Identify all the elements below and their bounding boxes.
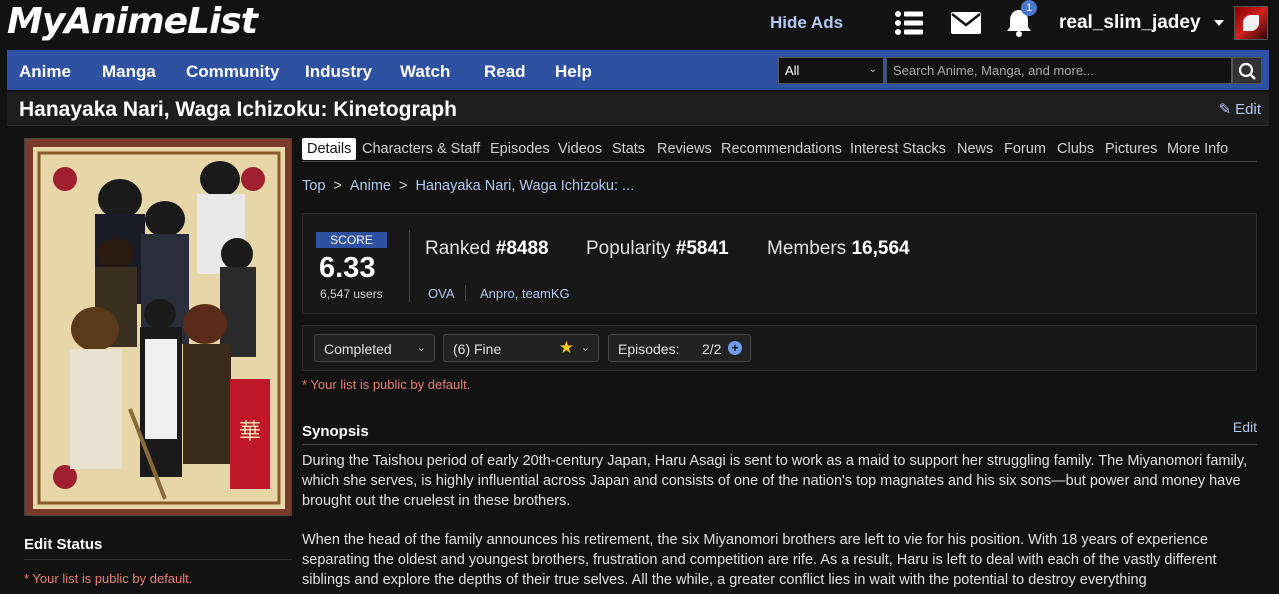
studio-link-teamkg[interactable]: teamKG <box>522 286 570 301</box>
tab-details[interactable]: Details <box>302 138 357 160</box>
score-panel: SCORE 6.33 6,547 users Ranked #8488 Popu… <box>302 213 1257 314</box>
ranked-stat[interactable]: Ranked #8488 <box>425 238 549 260</box>
tab-clubs[interactable]: Clubs <box>1057 141 1094 157</box>
top-header: MyAnimeList Hide Ads 1 real_slim_jadey <box>0 0 1279 48</box>
tab-recommendations[interactable]: Recommendations <box>721 141 842 157</box>
synopsis-paragraph-2: When the head of the family announces hi… <box>302 532 1217 588</box>
tab-interest-stacks[interactable]: Interest Stacks <box>850 141 946 157</box>
members-label: Members <box>767 238 847 259</box>
main-nav: Anime Manga Community Industry Watch Rea… <box>7 50 1269 90</box>
nav-manga[interactable]: Manga <box>102 62 156 82</box>
tab-more-info[interactable]: More Info <box>1167 141 1228 157</box>
episodes-label: Episodes: <box>618 341 680 357</box>
members-stat: Members 16,564 <box>767 238 910 260</box>
score-divider <box>409 230 410 302</box>
studio-separator: , <box>514 286 519 301</box>
notification-badge: 1 <box>1021 0 1037 16</box>
site-logo[interactable]: MyAnimeList <box>7 1 258 42</box>
mail-icon[interactable] <box>950 8 982 38</box>
list-status-panel: Completed ⌄ (6) Fine ★ ⌄ Episodes: 2/2 + <box>302 325 1257 371</box>
search-icon <box>1238 62 1256 80</box>
tab-characters-staff[interactable]: Characters & Staff <box>362 141 480 157</box>
nav-watch[interactable]: Watch <box>400 62 450 82</box>
meta-divider <box>465 285 466 301</box>
breadcrumb: Top > Anime > Hanayaka Nari, Waga Ichizoku: … <box>302 178 634 194</box>
star-icon: ★ <box>558 338 574 357</box>
synopsis-title: Synopsis <box>302 423 369 440</box>
tab-forum[interactable]: Forum <box>1004 141 1046 157</box>
ranked-label: Ranked <box>425 238 491 259</box>
hide-ads-link[interactable]: Hide Ads <box>770 13 843 33</box>
page-title: Hanayaka Nari, Waga Ichizoku: Kinetograp… <box>19 98 457 121</box>
search-category-value: All <box>785 63 800 78</box>
popularity-value: #5841 <box>675 238 729 259</box>
episodes-value[interactable]: 2/2 <box>702 341 721 357</box>
ranked-value: #8488 <box>495 238 549 259</box>
nav-help[interactable]: Help <box>555 62 592 82</box>
chevron-down-icon: ⌄ <box>580 342 590 354</box>
pencil-icon: ✎ <box>1218 101 1232 118</box>
breadcrumb-anime[interactable]: Anime <box>350 178 391 194</box>
tab-episodes[interactable]: Episodes <box>490 141 550 157</box>
svg-text:華: 華 <box>239 420 261 445</box>
tab-pictures[interactable]: Pictures <box>1105 141 1157 157</box>
synopsis-header: Synopsis Edit <box>302 419 1257 445</box>
breadcrumb-top[interactable]: Top <box>302 178 325 194</box>
chevron-down-icon: ⌄ <box>868 64 877 75</box>
members-value: 16,564 <box>851 238 910 259</box>
score-label: SCORE <box>316 232 387 248</box>
detail-tabs: Details Characters & Staff Episodes Vide… <box>302 138 1257 162</box>
search-category-select[interactable]: All ⌄ <box>778 57 884 84</box>
tab-videos[interactable]: Videos <box>558 141 602 157</box>
rating-select[interactable]: (6) Fine ★ ⌄ <box>443 334 599 362</box>
studios: Anpro, teamKG <box>480 286 570 301</box>
search-button[interactable] <box>1232 57 1262 84</box>
breadcrumb-separator: > <box>398 178 408 194</box>
synopsis-edit-link[interactable]: Edit <box>1233 419 1257 435</box>
score-users: 6,547 users <box>320 287 383 301</box>
public-list-note-left: * Your list is public by default. <box>24 571 193 586</box>
plus-icon[interactable]: + <box>728 341 742 355</box>
tab-reviews[interactable]: Reviews <box>657 141 712 157</box>
nav-community[interactable]: Community <box>186 62 280 82</box>
popularity-label: Popularity <box>586 238 671 259</box>
type-link[interactable]: OVA <box>428 286 455 301</box>
breadcrumb-current[interactable]: Hanayaka Nari, Waga Ichizoku: ... <box>415 178 634 194</box>
rating-value: (6) Fine <box>453 341 502 357</box>
nav-anime[interactable]: Anime <box>19 62 71 82</box>
watch-status-value: Completed <box>324 341 392 357</box>
edit-title-label: Edit <box>1235 101 1261 118</box>
caret-down-icon[interactable] <box>1214 20 1224 26</box>
tab-news[interactable]: News <box>957 141 993 157</box>
search-input[interactable]: Search Anime, Manga, and more... <box>886 57 1232 84</box>
synopsis-paragraph-1: During the Taishou period of early 20th-… <box>302 453 1248 509</box>
studio-link-anpro[interactable]: Anpro <box>480 286 515 301</box>
avatar[interactable] <box>1234 6 1268 40</box>
list-icon[interactable] <box>893 8 925 38</box>
episodes-counter: Episodes: 2/2 + <box>608 334 751 362</box>
edit-title-link[interactable]: ✎ Edit <box>1219 100 1261 118</box>
watch-status-select[interactable]: Completed ⌄ <box>314 334 435 362</box>
tab-stats[interactable]: Stats <box>612 141 645 157</box>
nav-industry[interactable]: Industry <box>305 62 372 82</box>
popularity-stat[interactable]: Popularity #5841 <box>586 238 729 260</box>
username-menu[interactable]: real_slim_jadey <box>1059 12 1201 34</box>
breadcrumb-separator: > <box>333 178 342 194</box>
poster-artwork: 華 <box>25 139 291 515</box>
edit-status-heading: Edit Status <box>24 536 292 560</box>
chevron-down-icon: ⌄ <box>416 342 426 354</box>
anime-poster[interactable]: 華 <box>24 138 292 516</box>
score-value: 6.33 <box>319 252 376 284</box>
public-list-note: * Your list is public by default. <box>302 377 471 392</box>
nav-read[interactable]: Read <box>484 62 526 82</box>
title-bar: Hanayaka Nari, Waga Ichizoku: Kinetograp… <box>7 92 1269 126</box>
